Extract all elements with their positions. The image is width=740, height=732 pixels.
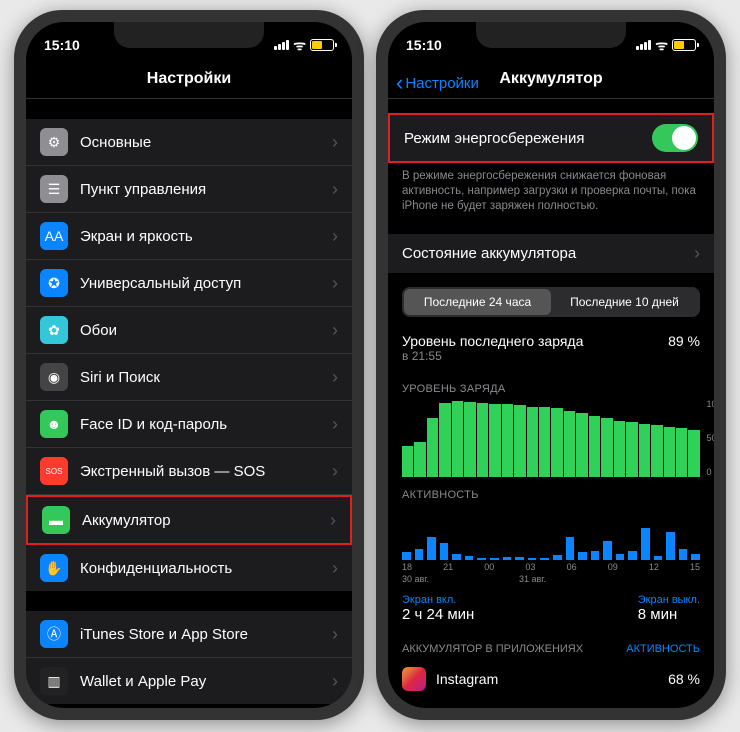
last-charge-row: Уровень последнего заряда в 21:55 89 % <box>388 325 714 371</box>
apps-section-header: АККУМУЛЯТОР В ПРИЛОЖЕНИЯХ АКТИВНОСТЬ <box>388 633 714 659</box>
chevron-right-icon: › <box>332 671 338 692</box>
settings-row-label: Универсальный доступ <box>80 275 241 292</box>
chevron-right-icon: › <box>332 179 338 200</box>
x-axis-labels: 1821000306091215 <box>402 562 700 572</box>
time-range-segmented[interactable]: Последние 24 часа Последние 10 дней <box>402 287 700 317</box>
settings-row-itunes[interactable]: ⒶiTunes Store и App Store › <box>26 611 352 658</box>
clock: 15:10 <box>44 37 80 53</box>
itunes-icon: Ⓐ <box>40 620 68 648</box>
chevron-right-icon: › <box>332 414 338 435</box>
settings-row-label: Аккумулятор <box>82 512 171 529</box>
back-button[interactable]: Настройки <box>396 70 479 96</box>
cellular-icon <box>274 40 289 50</box>
settings-row-sos[interactable]: SOS Экстренный вызов — SOS › <box>26 448 352 495</box>
general-icon: ⚙ <box>40 128 68 156</box>
low-power-label: Режим энергосбережения <box>404 130 584 147</box>
wallpaper-icon: ✿ <box>40 316 68 344</box>
privacy-icon: ✋ <box>40 554 68 582</box>
chevron-right-icon: › <box>332 624 338 645</box>
settings-row-label: Пункт управления <box>80 181 206 198</box>
display-icon: AA <box>40 222 68 250</box>
last-charge-value: 89 % <box>668 333 700 363</box>
chevron-right-icon: › <box>694 243 700 264</box>
settings-row-control[interactable]: ☰ Пункт управления › <box>26 166 352 213</box>
settings-row-label: Обои <box>80 322 117 339</box>
battery-level-chart: 100 % 50 % 0 <box>402 399 700 477</box>
chevron-right-icon: › <box>332 273 338 294</box>
settings-row-label: Face ID и код-пароль <box>80 416 227 433</box>
charge-level-header: УРОВЕНЬ ЗАРЯДА <box>388 371 714 399</box>
wifi-icon: ᯤ <box>655 36 668 55</box>
battery-icon: ▬ <box>42 506 70 534</box>
settings-row-label: Wallet и Apple Pay <box>80 673 206 690</box>
settings-row-siri[interactable]: ◉ Siri и Поиск › <box>26 354 352 401</box>
settings-row-accessibility[interactable]: ✪ Универсальный доступ › <box>26 260 352 307</box>
settings-row-faceid[interactable]: ☻ Face ID и код-пароль › <box>26 401 352 448</box>
settings-row-label: Экстренный вызов — SOS <box>80 463 265 480</box>
navbar: Настройки <box>26 62 352 99</box>
app-icon <box>402 667 426 691</box>
chevron-right-icon: › <box>332 132 338 153</box>
accessibility-icon: ✪ <box>40 269 68 297</box>
screen-time-stats: Экран вкл. 2 ч 24 мин Экран выкл. 8 мин <box>388 584 714 633</box>
clock: 15:10 <box>406 37 442 53</box>
activity-header: АКТИВНОСТЬ <box>388 477 714 505</box>
wifi-icon: ᯤ <box>293 36 306 55</box>
settings-row-display[interactable]: AA Экран и яркость › <box>26 213 352 260</box>
chevron-right-icon: › <box>332 461 338 482</box>
screen-off-label: Экран выкл. <box>638 594 700 606</box>
cellular-icon <box>636 40 651 50</box>
low-power-toggle[interactable] <box>652 124 698 152</box>
wallet-icon: ▥ <box>40 667 68 695</box>
chevron-right-icon: › <box>332 367 338 388</box>
settings-row-label: Siri и Поиск <box>80 369 160 386</box>
app-row[interactable]: Instagram 68 % <box>388 659 714 699</box>
chevron-right-icon: › <box>330 510 336 531</box>
page-title: Настройки <box>38 70 340 88</box>
segment-24h[interactable]: Последние 24 часа <box>404 289 551 315</box>
siri-icon: ◉ <box>40 363 68 391</box>
settings-row-wallet[interactable]: ▥ Wallet и Apple Pay › <box>26 658 352 704</box>
app-percentage: 68 % <box>668 671 700 687</box>
settings-row-general[interactable]: ⚙ Основные › <box>26 119 352 166</box>
low-power-note: В режиме энергосбережения снижается фоно… <box>388 163 714 214</box>
apps-mode-toggle[interactable]: АКТИВНОСТЬ <box>626 643 700 655</box>
screen-off-value: 8 мин <box>638 606 700 623</box>
settings-row-label: Экран и яркость <box>80 228 193 245</box>
screen-on-label: Экран вкл. <box>402 594 474 606</box>
navbar: Настройки Аккумулятор <box>388 62 714 99</box>
low-power-toggle-row[interactable]: Режим энергосбережения <box>388 113 714 163</box>
last-charge-label: Уровень последнего заряда <box>402 333 583 349</box>
settings-row-battery[interactable]: ▬ Аккумулятор › <box>26 495 352 545</box>
screen-on-value: 2 ч 24 мин <box>402 606 474 623</box>
battery-icon <box>672 39 696 51</box>
settings-row-privacy[interactable]: ✋ Конфиденциальность › <box>26 545 352 591</box>
settings-row-label: iTunes Store и App Store <box>80 626 248 643</box>
faceid-icon: ☻ <box>40 410 68 438</box>
chevron-right-icon: › <box>332 226 338 247</box>
battery-icon <box>310 39 334 51</box>
control-icon: ☰ <box>40 175 68 203</box>
app-name: Instagram <box>436 671 498 687</box>
segment-10d[interactable]: Последние 10 дней <box>551 289 698 315</box>
chevron-right-icon: › <box>332 558 338 579</box>
battery-health-row[interactable]: Состояние аккумулятора › <box>388 234 714 273</box>
chevron-right-icon: › <box>332 320 338 341</box>
activity-chart <box>402 505 700 560</box>
battery-health-label: Состояние аккумулятора <box>402 245 576 262</box>
settings-row-label: Конфиденциальность <box>80 560 232 577</box>
settings-row-label: Основные <box>80 134 151 151</box>
settings-row-wallpaper[interactable]: ✿ Обои › <box>26 307 352 354</box>
sos-icon: SOS <box>40 457 68 485</box>
